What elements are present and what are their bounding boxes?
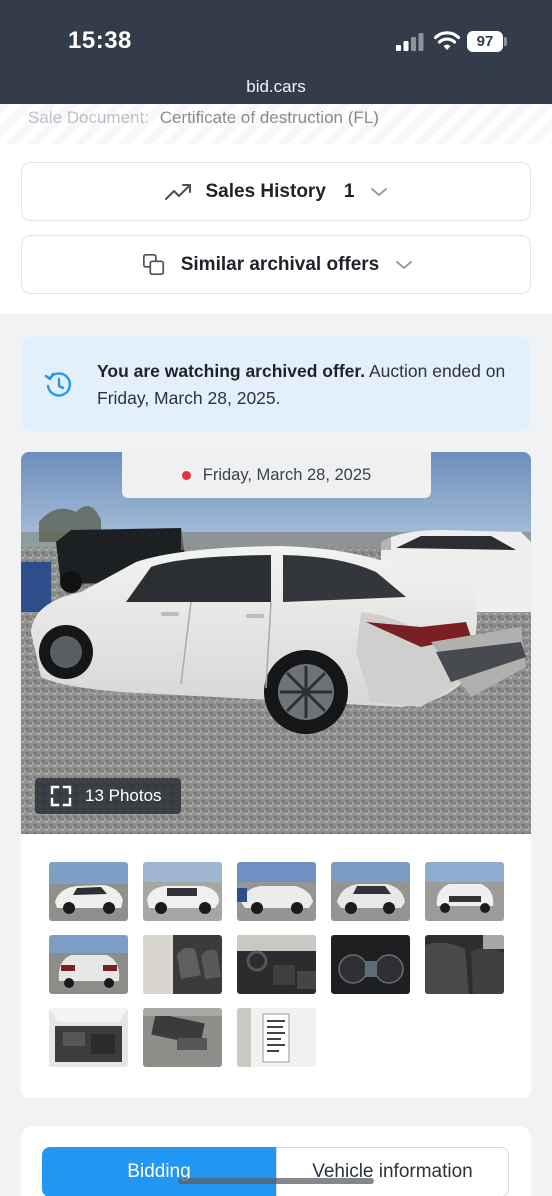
chevron-down-icon (396, 260, 413, 269)
photos-count-label: 13 Photos (85, 786, 162, 805)
home-indicator[interactable] (178, 1178, 374, 1184)
thumbnail-9[interactable] (331, 935, 410, 994)
wifi-icon (434, 31, 460, 50)
thumbnail-12[interactable] (143, 1008, 222, 1067)
similar-offers-label: Similar archival offers (180, 253, 380, 275)
auction-date: Friday, March 28, 2025 (202, 465, 372, 484)
tab-vehicle-information[interactable]: Vehicle information (276, 1147, 509, 1196)
fullscreen-icon (50, 785, 72, 807)
thumbnail-3[interactable] (237, 862, 316, 921)
photo-gallery: Friday, March 28, 2025 13 Photos (21, 452, 531, 1098)
battery-tip (504, 37, 507, 46)
thumbnail-4[interactable] (331, 862, 410, 921)
offer-tabs-card: Bidding Vehicle information (21, 1126, 531, 1196)
copy-icon (142, 253, 164, 275)
thumbnail-1[interactable] (49, 862, 128, 921)
history-icon (44, 372, 72, 397)
battery-icon: 97 (467, 31, 503, 52)
archived-offer-bold: You are watching archived offer. (97, 361, 366, 381)
main-car-photo[interactable]: Friday, March 28, 2025 13 Photos (21, 452, 531, 834)
photos-count-button[interactable]: 13 Photos (35, 778, 181, 814)
address-bar-url[interactable]: bid.cars (0, 77, 552, 97)
thumbnail-8[interactable] (237, 935, 316, 994)
thumbnail-2[interactable] (143, 862, 222, 921)
auction-date-pill: Friday, March 28, 2025 (122, 452, 431, 498)
thumbnail-13[interactable] (237, 1008, 316, 1067)
sale-document-row: Sale Document: Certificate of destructio… (0, 104, 552, 144)
details-accordions: Sales History 1 Similar archival offers (0, 144, 552, 314)
trending-up-icon (164, 183, 191, 200)
status-time: 15:38 (68, 27, 132, 54)
sales-history-accordion[interactable]: Sales History 1 (21, 162, 531, 221)
archived-offer-notice: You are watching archived offer. Auction… (21, 336, 531, 432)
similar-offers-accordion[interactable]: Similar archival offers (21, 235, 531, 294)
tab-bidding[interactable]: Bidding (42, 1147, 276, 1196)
thumbnail-10[interactable] (425, 935, 504, 994)
thumbnail-6[interactable] (49, 935, 128, 994)
sales-history-label: Sales History (205, 180, 326, 202)
sales-history-count: 1 (343, 180, 355, 202)
status-bar: 15:38 97 bid.cars (0, 0, 552, 110)
thumbnail-7[interactable] (143, 935, 222, 994)
thumbnail-5[interactable] (425, 862, 504, 921)
date-status-dot (181, 470, 191, 480)
chevron-down-icon (371, 187, 388, 196)
cellular-signal-icon (396, 33, 424, 51)
archived-offer-text: You are watching archived offer. Auction… (97, 358, 517, 412)
thumbnail-11[interactable] (49, 1008, 128, 1067)
